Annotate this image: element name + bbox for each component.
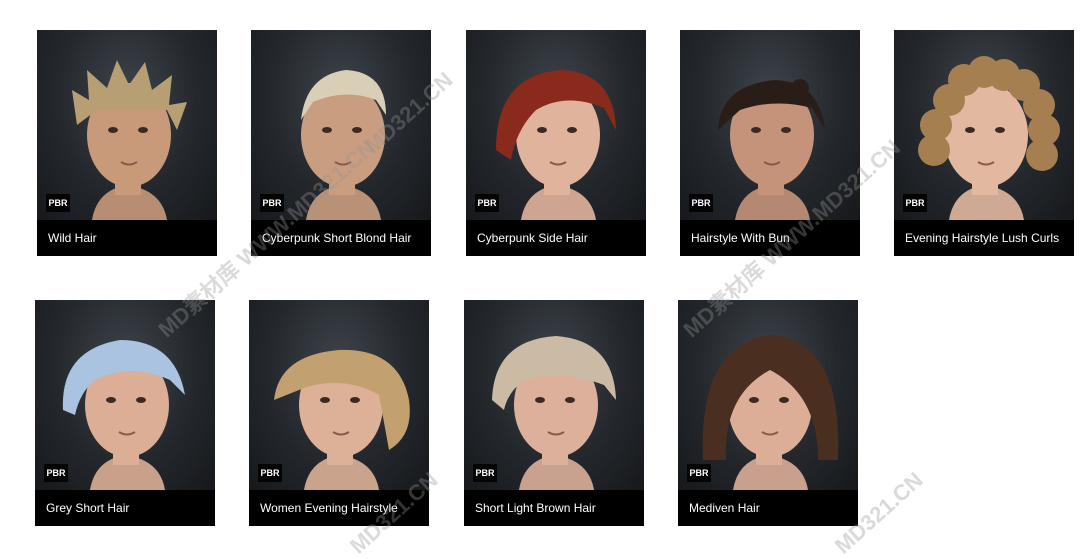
hair-preview-image	[274, 349, 410, 490]
hair-thumbnail	[37, 30, 217, 220]
hair-preview-image	[72, 60, 187, 220]
pbr-badge: PBR	[475, 194, 499, 212]
hair-asset-title[interactable]: Short Light Brown Hair	[464, 490, 644, 526]
hair-asset-title[interactable]: Hairstyle With Bun	[680, 220, 860, 256]
hair-preview-image	[492, 336, 616, 490]
hair-asset-title[interactable]: Grey Short Hair	[35, 490, 215, 526]
pbr-badge: PBR	[44, 464, 68, 482]
hair-asset-card[interactable]: PBR Hairstyle With Bun	[680, 30, 860, 256]
pbr-badge: PBR	[689, 194, 713, 212]
pbr-badge: PBR	[260, 194, 284, 212]
pbr-badge: PBR	[258, 464, 282, 482]
hair-preview-image	[62, 340, 185, 490]
hair-asset-card[interactable]: PBR Short Light Brown Hair	[464, 300, 644, 526]
pbr-badge: PBR	[473, 464, 497, 482]
hair-thumbnail	[249, 300, 429, 490]
hair-asset-card[interactable]: PBR Mediven Hair	[678, 300, 858, 526]
pbr-badge: PBR	[46, 194, 70, 212]
hair-asset-title[interactable]: Evening Hairstyle Lush Curls	[894, 220, 1074, 256]
hair-asset-title[interactable]: Cyberpunk Short Blond Hair	[251, 220, 431, 256]
hair-asset-title[interactable]: Women Evening Hairstyle	[249, 490, 429, 526]
hair-thumbnail	[35, 300, 215, 490]
hair-preview-image	[718, 79, 825, 220]
hair-asset-title[interactable]: Mediven Hair	[678, 490, 858, 526]
hair-asset-title[interactable]: Cyberpunk Side Hair	[466, 220, 646, 256]
hair-asset-card[interactable]: PBR Cyberpunk Side Hair	[466, 30, 646, 256]
hair-asset-card[interactable]: PBR Wild Hair	[37, 30, 217, 256]
hair-thumbnail	[466, 30, 646, 220]
hair-thumbnail	[894, 30, 1074, 220]
hair-preview-image	[702, 335, 839, 490]
hair-asset-card[interactable]: PBR Grey Short Hair	[35, 300, 215, 526]
hair-preview-image	[301, 70, 386, 220]
hair-preview-image	[496, 70, 616, 220]
hair-thumbnail	[464, 300, 644, 490]
hair-thumbnail	[678, 300, 858, 490]
hair-preview-image	[918, 56, 1060, 220]
pbr-badge: PBR	[903, 194, 927, 212]
hair-thumbnail	[251, 30, 431, 220]
hair-asset-card[interactable]: PBR Women Evening Hairstyle	[249, 300, 429, 526]
hair-asset-card[interactable]: PBR Evening Hairstyle Lush Curls	[894, 30, 1074, 256]
hair-asset-card[interactable]: PBR Cyberpunk Short Blond Hair	[251, 30, 431, 256]
pbr-badge: PBR	[687, 464, 711, 482]
hair-thumbnail	[680, 30, 860, 220]
hair-asset-title[interactable]: Wild Hair	[37, 220, 217, 256]
